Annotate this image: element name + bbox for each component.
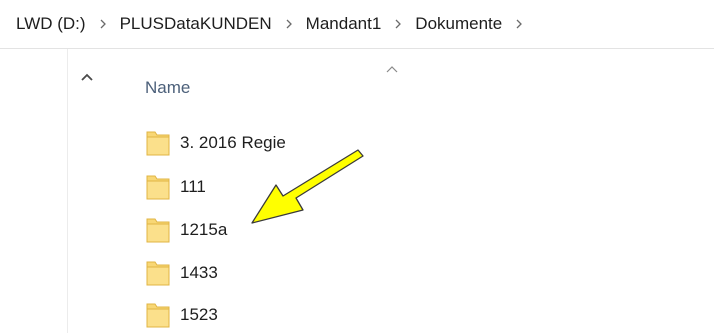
list-item[interactable]: 1215a bbox=[145, 215, 227, 245]
annotation-arrow-icon bbox=[251, 149, 364, 224]
list-item[interactable]: 1523 bbox=[145, 300, 218, 330]
folder-icon bbox=[145, 216, 171, 244]
folder-icon bbox=[145, 259, 171, 287]
file-name: 111 bbox=[180, 177, 206, 196]
folder-icon bbox=[145, 129, 171, 157]
chevron-right-icon[interactable] bbox=[506, 19, 532, 29]
sort-ascending-icon bbox=[384, 62, 400, 74]
breadcrumb-item-plusdatakunden[interactable]: PLUSDataKUNDEN bbox=[116, 12, 276, 36]
folder-icon bbox=[145, 173, 171, 201]
breadcrumb: LWD (D:) PLUSDataKUNDEN Mandant1 Dokumen… bbox=[0, 0, 714, 48]
list-item[interactable]: 1433 bbox=[145, 258, 218, 288]
breadcrumb-item-dokumente[interactable]: Dokumente bbox=[411, 12, 506, 36]
column-header-label: Name bbox=[145, 78, 191, 97]
chevron-right-icon[interactable] bbox=[276, 19, 302, 29]
file-name: 1215a bbox=[180, 220, 228, 239]
file-name: 1523 bbox=[180, 305, 218, 324]
column-header-name[interactable]: Name bbox=[145, 74, 445, 102]
folder-icon bbox=[145, 301, 171, 329]
chevron-right-icon[interactable] bbox=[90, 19, 116, 29]
chevron-right-icon[interactable] bbox=[385, 19, 411, 29]
file-name: 1433 bbox=[180, 263, 218, 282]
navigation-pane-border bbox=[67, 49, 68, 333]
breadcrumb-item-drive[interactable]: LWD (D:) bbox=[12, 12, 90, 36]
breadcrumb-item-mandant1[interactable]: Mandant1 bbox=[302, 12, 386, 36]
list-item[interactable]: 111 bbox=[145, 172, 206, 202]
address-bar-divider bbox=[0, 48, 714, 49]
chevron-up-icon[interactable] bbox=[78, 68, 96, 86]
